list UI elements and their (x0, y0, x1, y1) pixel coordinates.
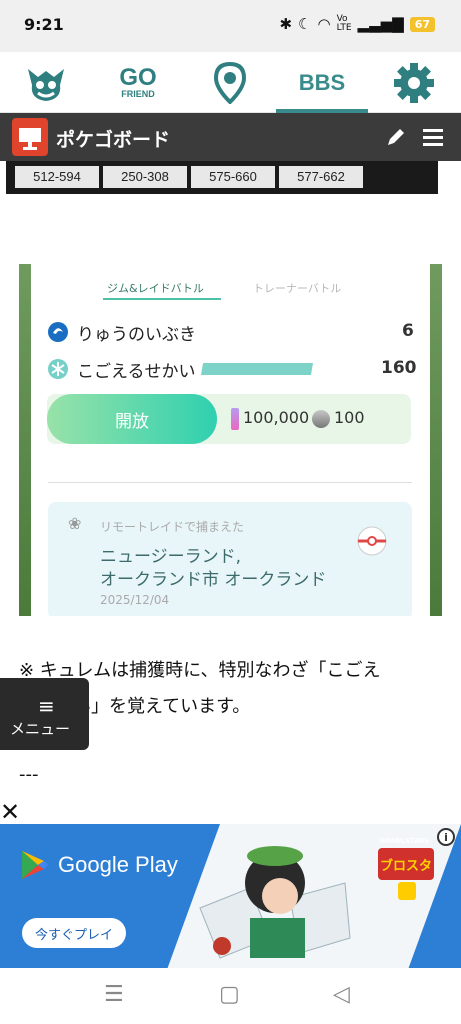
system-navigation-bar: ☰ ▢ ◁ (0, 968, 461, 1024)
back-icon[interactable]: ◁ (333, 982, 350, 1007)
volte-icon: Vo LTE (336, 14, 352, 33)
bluetooth-icon: ✱ (279, 15, 293, 33)
floating-menu-button[interactable]: ≡ メニュー (0, 678, 89, 750)
google-play-icon (22, 851, 48, 879)
cp-range-strip: 512-594 250-308 575-660 577-662 (6, 161, 438, 194)
nav-bbs[interactable]: BBS (276, 52, 368, 113)
close-ad-icon[interactable]: ✕ (0, 800, 20, 824)
article-separator: --- (19, 764, 39, 785)
pokemon-face-icon (28, 68, 64, 101)
do-not-disturb-icon: ☾ (298, 15, 312, 33)
nav-pokemon[interactable] (0, 52, 92, 113)
board-header: ポケゴボード (0, 113, 461, 161)
battery-icon: 67 (409, 16, 435, 32)
ad-character-art (199, 846, 351, 959)
screenshot-right-edge (430, 264, 442, 616)
cp-range-cell: 250-308 (103, 166, 187, 188)
catch-location-card: ❀ リモートレイドで捕まえた ニュージーランド, オークランド市 オークランド … (48, 502, 412, 616)
recent-apps-icon[interactable]: ☰ (104, 982, 124, 1007)
fast-move-value: 6 (402, 321, 414, 341)
move-row-charged: こごえるせかい (47, 356, 313, 382)
menu-label: メニュー (10, 720, 71, 738)
location-line2: オークランド市 オークランド (100, 570, 327, 590)
location-line1: ニュージーランド, (100, 547, 242, 567)
tab-trainer-battle: トレーナーバトル (253, 282, 342, 295)
ad-game-logo: ブロスタ (378, 848, 434, 880)
stardust-cost: 100,000 (243, 408, 310, 427)
candy-cost: 100 (334, 408, 365, 427)
status-time: 9:21 (24, 15, 64, 34)
charged-move-name: こごえるせかい (77, 361, 196, 382)
stardust-icon (231, 408, 239, 430)
wifi-icon: ◠ (317, 15, 331, 33)
remote-raid-icon: ❀ (68, 514, 82, 533)
go-friend-logo: GO FRIEND (119, 66, 156, 99)
tab-gym-raid: ジム&レイドバトル (107, 282, 204, 295)
unlock-panel: 開放 100,000 100 (47, 394, 411, 444)
fast-move-name: りゅうのいぶき (77, 324, 196, 345)
cp-range-cell: 577-662 (279, 166, 363, 188)
game-screenshot: ジム&レイドバトル トレーナーバトル りゅうのいぶき 6 こごえるせかい 160… (19, 264, 442, 616)
ad-game-logo-top: BRAWLSTARS (380, 838, 429, 845)
status-icons: ✱ ☾ ◠ Vo LTE ▂▃▅▇ 67 (279, 15, 435, 33)
ice-type-icon (48, 359, 68, 379)
move-row-fast: りゅうのいぶき (47, 319, 196, 345)
nav-settings[interactable] (368, 52, 460, 113)
dragon-type-icon (48, 322, 68, 342)
menu-icon: ≡ (38, 694, 55, 718)
cp-range-cell: 512-594 (15, 166, 99, 188)
ad-banner[interactable]: Google Play 今すぐプレイ BRAWLSTARS ブロスタ i (0, 824, 461, 968)
nav-map[interactable] (184, 52, 276, 113)
page-title: ポケゴボード (56, 129, 171, 151)
signal-icon: ▂▃▅▇ (357, 15, 404, 33)
gear-icon (394, 62, 434, 103)
bbs-label: BBS (298, 69, 346, 95)
status-bar: 9:21 ✱ ☾ ◠ Vo LTE ▂▃▅▇ 67 (0, 0, 461, 52)
catch-date: 2025/12/04 (100, 593, 170, 607)
monitor-icon (19, 128, 41, 150)
go-friend-line1: GO (119, 64, 157, 91)
charged-move-value: 160 (381, 358, 417, 378)
edit-pencil-icon[interactable] (385, 126, 407, 148)
tab-underline (103, 298, 221, 300)
home-icon[interactable]: ▢ (219, 982, 240, 1007)
cp-range-cell: 575-660 (191, 166, 275, 188)
board-logo[interactable] (12, 118, 48, 156)
map-pin-icon (214, 61, 246, 104)
screenshot-left-edge (19, 264, 31, 616)
go-friend-line2: FRIEND (121, 89, 155, 99)
premier-ball-icon (357, 526, 387, 556)
hamburger-menu-icon[interactable] (422, 127, 444, 147)
ad-store-name: Google Play (58, 852, 178, 877)
ad-play-now-button[interactable]: 今すぐプレイ (22, 918, 126, 948)
divider (48, 482, 412, 483)
ad-info-icon[interactable]: i (437, 828, 455, 846)
unlock-button[interactable]: 開放 (47, 394, 217, 444)
catch-caption: リモートレイドで捕まえた (100, 520, 245, 534)
ad-game-skull-icon (398, 882, 416, 900)
top-navigation: GO FRIEND BBS (0, 52, 461, 113)
candy-icon (312, 410, 330, 428)
nav-go-friend[interactable]: GO FRIEND (92, 52, 184, 113)
charged-move-energy-bar (200, 363, 313, 375)
